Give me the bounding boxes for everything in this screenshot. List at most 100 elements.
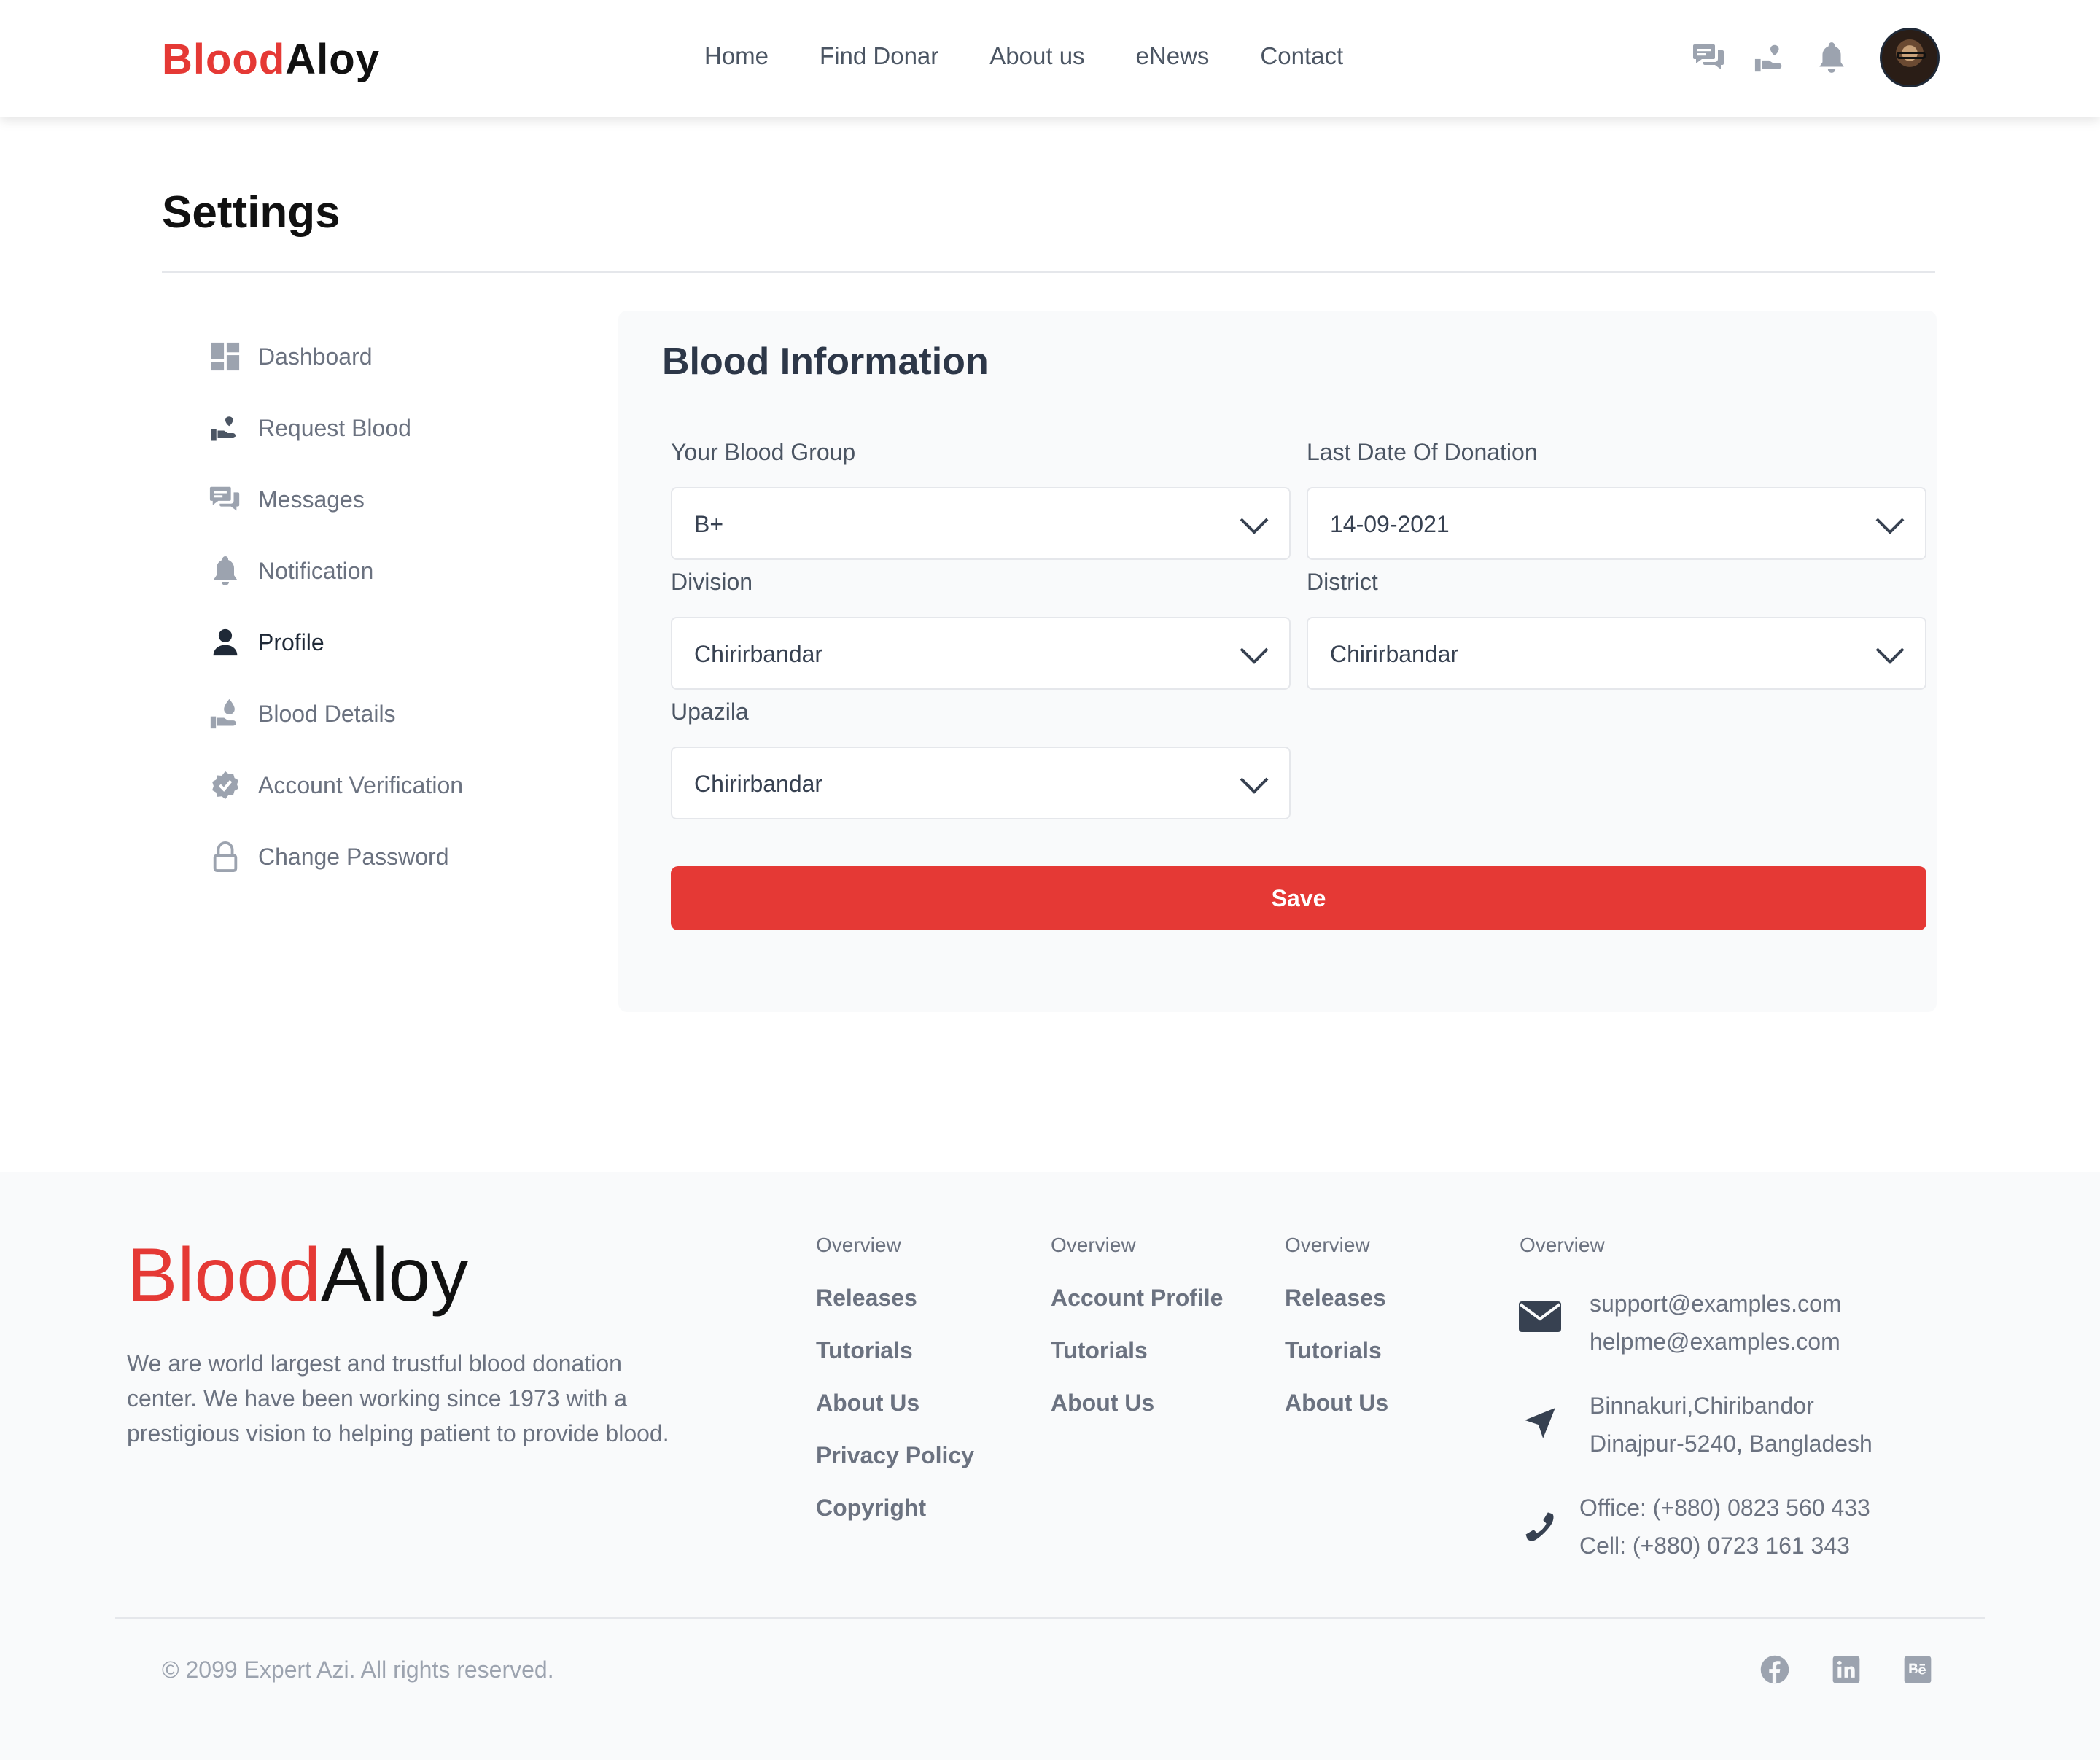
footer-link-tutorials[interactable]: Tutorials xyxy=(1051,1337,1223,1365)
chevron-down-icon xyxy=(1240,518,1269,534)
contact-email-lines: support@examples.com helpme@examples.com xyxy=(1590,1285,1842,1360)
footer-link-copyright[interactable]: Copyright xyxy=(816,1495,974,1522)
nav-about-us[interactable]: About us xyxy=(989,42,1084,70)
lock-icon xyxy=(209,840,242,873)
sidebar-item-label: Request Blood xyxy=(258,414,411,441)
contact-address-line-1: Binnakuri,Chiribandor xyxy=(1590,1393,1814,1419)
footer-link-privacy-policy[interactable]: Privacy Policy xyxy=(816,1442,974,1470)
brand-logo[interactable]: BloodAloy xyxy=(162,35,380,84)
division-select[interactable]: Chirirbandar xyxy=(671,617,1291,690)
sidebar-item-label: Change Password xyxy=(258,843,449,870)
chevron-down-icon xyxy=(1875,518,1905,534)
upazila-label: Upazila xyxy=(671,698,749,725)
facebook-icon[interactable] xyxy=(1759,1654,1791,1686)
brand-logo-part2: Aloy xyxy=(285,36,380,83)
sidebar-item-request-blood[interactable]: Request Blood xyxy=(209,392,463,464)
messages-icon[interactable] xyxy=(1690,39,1728,77)
bell-icon xyxy=(209,554,242,588)
behance-icon[interactable] xyxy=(1902,1654,1934,1686)
footer-link-tutorials[interactable]: Tutorials xyxy=(816,1337,974,1365)
nav-enews[interactable]: eNews xyxy=(1136,42,1210,70)
blood-group-select[interactable]: B+ xyxy=(671,487,1291,560)
title-divider xyxy=(162,271,1935,273)
brand-logo-part1: Blood xyxy=(162,36,286,83)
verified-badge-icon xyxy=(209,768,242,802)
chevron-down-icon xyxy=(1875,647,1905,664)
nav-find-donar[interactable]: Find Donar xyxy=(820,42,938,70)
sidebar-item-label: Messages xyxy=(258,486,365,513)
footer-column-heading: Overview xyxy=(1285,1234,1370,1256)
chevron-down-icon xyxy=(1240,777,1269,794)
sidebar-item-label: Account Verification xyxy=(258,771,464,798)
footer-logo-part1: Blood xyxy=(127,1233,321,1317)
footer-about-text: We are world largest and trustful blood … xyxy=(127,1350,669,1446)
contact-address-lines: Binnakuri,Chiribandor Dinajpur-5240, Ban… xyxy=(1590,1387,1872,1463)
footer-link-releases[interactable]: Releases xyxy=(1285,1285,1388,1312)
upazila-value: Chirirbandar xyxy=(694,771,823,797)
request-blood-icon[interactable] xyxy=(1751,39,1789,77)
sidebar-item-notification[interactable]: Notification xyxy=(209,535,463,607)
footer-logo-part2: Aloy xyxy=(321,1233,469,1317)
envelope-icon xyxy=(1518,1295,1562,1339)
contact-email-support[interactable]: support@examples.com xyxy=(1590,1285,1842,1323)
page-title: Settings xyxy=(162,187,341,238)
upazila-select[interactable]: Chirirbandar xyxy=(671,747,1291,819)
contact-email-helpme[interactable]: helpme@examples.com xyxy=(1590,1323,1842,1360)
request-blood-icon xyxy=(209,411,242,445)
footer: BloodAloy We are world largest and trust… xyxy=(0,1172,2100,1760)
district-select[interactable]: Chirirbandar xyxy=(1307,617,1926,690)
main-nav: Home Find Donar About us eNews Contact xyxy=(704,42,1394,70)
phone-icon xyxy=(1518,1506,1562,1550)
top-navbar: BloodAloy Home Find Donar About us eNews… xyxy=(0,0,2100,117)
linkedin-icon[interactable] xyxy=(1830,1654,1862,1686)
nav-home[interactable]: Home xyxy=(704,42,769,70)
nav-contact[interactable]: Contact xyxy=(1260,42,1343,70)
sidebar-item-profile[interactable]: Profile xyxy=(209,607,463,678)
contact-phone-cell[interactable]: Cell: (+880) 0723 161 343 xyxy=(1579,1527,1870,1565)
district-label: District xyxy=(1307,569,1378,595)
sidebar-item-blood-details[interactable]: Blood Details xyxy=(209,678,463,749)
location-arrow-icon xyxy=(1518,1401,1562,1445)
footer-contact-column: Overview xyxy=(1520,1234,1605,1285)
district-value: Chirirbandar xyxy=(1330,641,1459,667)
last-donation-label: Last Date Of Donation xyxy=(1307,439,1538,465)
panel-title: Blood Information xyxy=(662,340,989,383)
footer-link-about-us[interactable]: About Us xyxy=(1285,1390,1388,1417)
sidebar-item-change-password[interactable]: Change Password xyxy=(209,821,463,892)
sidebar-item-dashboard[interactable]: Dashboard xyxy=(209,321,463,392)
avatar[interactable] xyxy=(1880,28,1940,87)
contact-phone-office[interactable]: Office: (+880) 0823 560 433 xyxy=(1579,1489,1870,1527)
blood-group-label: Your Blood Group xyxy=(671,439,856,465)
last-donation-select[interactable]: 14-09-2021 xyxy=(1307,487,1926,560)
sidebar-item-account-verification[interactable]: Account Verification xyxy=(209,749,463,821)
footer-column-2: Overview Account Profile Tutorials About… xyxy=(1051,1234,1223,1442)
footer-link-account-profile[interactable]: Account Profile xyxy=(1051,1285,1223,1312)
footer-link-about-us[interactable]: About Us xyxy=(1051,1390,1223,1417)
footer-link-tutorials[interactable]: Tutorials xyxy=(1285,1337,1388,1365)
blood-drop-hand-icon xyxy=(209,697,242,731)
footer-divider xyxy=(115,1617,1985,1619)
footer-link-about-us[interactable]: About Us xyxy=(816,1390,974,1417)
footer-column-heading: Overview xyxy=(816,1234,901,1256)
footer-logo[interactable]: BloodAloy xyxy=(127,1232,468,1319)
chevron-down-icon xyxy=(1240,647,1269,664)
blood-information-panel: Blood Information Your Blood Group B+ La… xyxy=(618,311,1937,1012)
footer-column-heading: Overview xyxy=(1051,1234,1136,1256)
contact-phone-lines: Office: (+880) 0823 560 433 Cell: (+880)… xyxy=(1579,1489,1870,1565)
footer-column-heading: Overview xyxy=(1520,1234,1605,1256)
save-button[interactable]: Save xyxy=(671,866,1926,930)
blood-group-value: B+ xyxy=(694,511,724,537)
division-label: Division xyxy=(671,569,753,595)
sidebar-item-label: Profile xyxy=(258,628,324,655)
footer-link-releases[interactable]: Releases xyxy=(816,1285,974,1312)
copyright-text: © 2099 Expert Azi. All rights reserved. xyxy=(162,1656,554,1683)
division-value: Chirirbandar xyxy=(694,641,823,667)
footer-column-3: Overview Releases Tutorials About Us xyxy=(1285,1234,1388,1442)
contact-address-line-2: Dinajpur-5240, Bangladesh xyxy=(1590,1430,1872,1457)
dashboard-icon xyxy=(209,340,242,373)
social-links xyxy=(1719,1654,1934,1686)
page: BloodAloy Home Find Donar About us eNews… xyxy=(0,0,2100,1760)
sidebar-item-messages[interactable]: Messages xyxy=(209,464,463,535)
sidebar-item-label: Dashboard xyxy=(258,343,373,370)
bell-icon[interactable] xyxy=(1813,39,1851,77)
